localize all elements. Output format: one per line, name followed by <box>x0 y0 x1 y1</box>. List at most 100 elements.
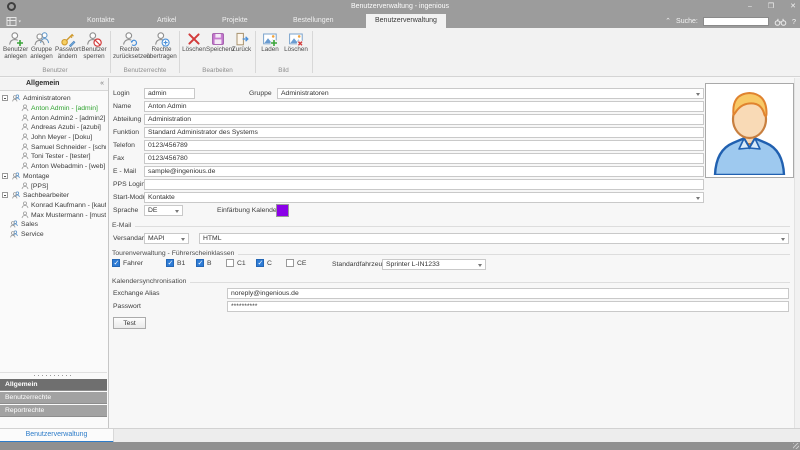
checkbox-c[interactable] <box>256 259 264 267</box>
rechte-zuruecksetzen-button[interactable]: Rechte zurücksetzen <box>113 30 150 72</box>
user-icon <box>21 201 29 209</box>
search-input[interactable] <box>702 16 769 26</box>
bild-loeschen-button[interactable]: Löschen <box>283 30 309 72</box>
benutzer-anlegen-button[interactable]: Benutzer anlegen <box>3 30 28 72</box>
tree-group-montage[interactable]: Montage <box>0 172 106 181</box>
user-icon <box>21 133 29 141</box>
checkbox-b-label: B <box>207 260 212 267</box>
tree-user-anton-admin[interactable]: Anton Admin - [admin] <box>0 104 106 113</box>
app-menu-icon[interactable] <box>6 17 22 26</box>
user-icon <box>21 162 29 170</box>
tab-bestellungen[interactable]: Bestellungen <box>284 14 342 28</box>
abteilung-input[interactable] <box>144 114 704 125</box>
tab-projekte[interactable]: Projekte <box>213 14 257 28</box>
back-door-icon <box>235 32 248 46</box>
name-input[interactable] <box>144 101 704 112</box>
pps-login-label: PPS Login <box>113 181 146 188</box>
doctab-benutzerverwaltung[interactable]: Benutzerverwaltung <box>0 429 114 443</box>
resize-grip[interactable] <box>793 443 799 449</box>
funktion-input[interactable] <box>144 127 704 138</box>
tree-user-konrad-kaufmann[interactable]: Konrad Kaufmann - [kaufmann] <box>0 201 106 210</box>
name-label: Name <box>113 103 132 110</box>
user-tree: Administratoren Anton Admin - [admin] An… <box>0 91 107 366</box>
passwort-label: Passwort <box>113 303 141 310</box>
chevron-down-icon <box>696 92 700 96</box>
zurueck-button[interactable]: Zurück <box>230 30 253 72</box>
checkbox-b1[interactable] <box>166 259 174 267</box>
standardfahrzeug-select[interactable]: Sprinter L-IN1233 <box>382 259 486 270</box>
standardfahrzeug-label: Standardfahrzeug: <box>332 261 388 268</box>
abteilung-label: Abteilung <box>113 116 142 123</box>
tree-expander-icon[interactable] <box>2 173 8 179</box>
email-format-select[interactable]: HTML <box>199 233 789 244</box>
tree-expander-icon[interactable] <box>2 192 8 198</box>
speichern-button[interactable]: Speichern <box>206 30 234 72</box>
help-icon[interactable]: ? <box>792 17 796 26</box>
rechte-uebertragen-button[interactable]: Rechte übertragen <box>146 30 177 72</box>
checkbox-fahrer[interactable] <box>112 259 120 267</box>
checkbox-ce[interactable] <box>286 259 294 267</box>
user-avatar[interactable] <box>705 83 794 178</box>
tab-artikel[interactable]: Artikel <box>148 14 185 28</box>
passwort-input[interactable] <box>227 301 789 312</box>
exchange-alias-input[interactable] <box>227 288 789 299</box>
funktion-label: Funktion <box>113 129 140 136</box>
gruppe-select[interactable]: Administratoren <box>277 88 704 99</box>
checkbox-b[interactable] <box>196 259 204 267</box>
tree-group-administratoren[interactable]: Administratoren <box>0 94 106 103</box>
ribbon-divider <box>255 31 256 73</box>
tree-user-max-mustermann[interactable]: Max Mustermann - [mustermann] <box>0 211 106 220</box>
tree-user-toni-tester[interactable]: Toni Tester - [tester] <box>0 152 106 161</box>
fax-input[interactable] <box>144 153 704 164</box>
minimize-button[interactable]: – <box>748 0 752 14</box>
loeschen-button[interactable]: Löschen <box>182 30 206 72</box>
tree-group-service[interactable]: Service <box>0 230 106 239</box>
tree-user-samuel-schneider[interactable]: Samuel Schneider - [schneider] <box>0 143 106 152</box>
section-kalendersynchronisation: Kalendersynchronisation <box>112 278 790 288</box>
panel-tab-benutzerrechte[interactable]: Benutzerrechte <box>0 392 107 404</box>
pps-login-input[interactable] <box>144 179 704 190</box>
collapse-ribbon-icon[interactable]: ⌃ <box>665 17 671 25</box>
tree-user-anton-webadmin[interactable]: Anton Webadmin - [web] <box>0 162 106 171</box>
title-bar: Benutzerverwaltung - ingenious – ❒ ✕ <box>0 0 800 14</box>
user-icon <box>21 182 29 190</box>
tree-user-john-meyer[interactable]: John Meyer - [Doku] <box>0 133 106 142</box>
telefon-input[interactable] <box>144 140 704 151</box>
panel-tab-allgemein[interactable]: Allgemein <box>0 379 107 391</box>
user-detail-form: Login Gruppe Administratoren Name Abteil… <box>111 78 800 428</box>
sidebar-header: Allgemein « <box>0 78 108 91</box>
sidebar-collapse-icon[interactable]: « <box>100 78 104 90</box>
tree-group-sales[interactable]: Sales <box>0 220 106 229</box>
kalender-color-swatch[interactable] <box>276 204 289 217</box>
close-button[interactable]: ✕ <box>790 0 796 14</box>
tree-expander-icon[interactable] <box>2 95 8 101</box>
gruppe-anlegen-button[interactable]: Gruppe anlegen <box>29 30 54 72</box>
sprache-label: Sprache <box>113 207 139 214</box>
tree-user-pps[interactable]: [PPS] <box>0 182 106 191</box>
sprache-select[interactable]: DE <box>144 205 183 216</box>
tree-group-sachbearbeiter[interactable]: Sachbearbeiter <box>0 191 106 200</box>
ribbon-divider <box>312 31 313 73</box>
email-input[interactable] <box>144 166 704 177</box>
app-window: Benutzerverwaltung - ingenious – ❒ ✕ Kon… <box>0 0 800 450</box>
start-modul-select[interactable]: Kontakte <box>144 192 704 203</box>
image-add-icon <box>263 33 278 47</box>
versandart-select[interactable]: MAPI <box>144 233 189 244</box>
search-binoculars-icon[interactable] <box>774 17 787 26</box>
bild-laden-button[interactable]: Laden <box>258 30 282 72</box>
group-add-icon <box>33 32 49 46</box>
tree-user-anton-admin2[interactable]: Anton Admin2 - [admin2] <box>0 114 106 123</box>
tree-user-andreas-azubi[interactable]: Andreas Azubi - [azubi] <box>0 123 106 132</box>
tab-kontakte[interactable]: Kontakte <box>78 14 124 28</box>
vertical-scrollbar[interactable] <box>794 78 800 428</box>
panel-tab-reportrechte[interactable]: Reportrechte <box>0 405 107 417</box>
login-input[interactable] <box>144 88 195 99</box>
maximize-button[interactable]: ❒ <box>768 0 774 14</box>
tab-benutzerverwaltung[interactable]: Benutzerverwaltung <box>366 14 446 28</box>
benutzer-sperren-button[interactable]: Benutzer sperren <box>81 30 107 72</box>
passwort-aendern-button[interactable]: Passwort ändern <box>55 30 81 72</box>
user-icon <box>21 114 29 122</box>
checkbox-c1[interactable] <box>226 259 234 267</box>
test-button[interactable]: Test <box>113 317 146 329</box>
sidebar-splitter-handle[interactable] <box>0 372 107 378</box>
